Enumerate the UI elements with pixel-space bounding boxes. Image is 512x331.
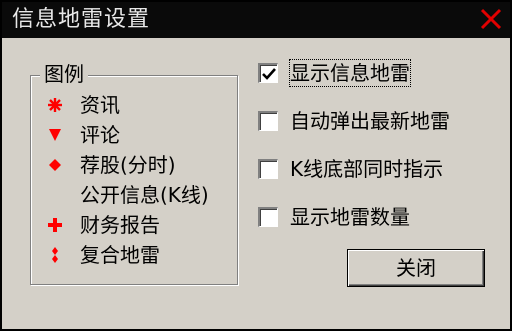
show-count-checkbox[interactable] [258,207,278,227]
close-icon[interactable] [478,6,504,32]
diamond-icon [42,150,68,180]
show-count-label[interactable]: 显示地雷数量 [290,204,410,230]
auto-popup-checkbox[interactable] [258,111,278,131]
legend-item-label: 财务报告 [80,213,160,237]
title-bar[interactable]: 信息地雷设置 [2,2,510,38]
star-burst-icon [42,90,68,120]
legend-item-label: 资讯 [80,93,120,117]
show-mines-checkbox[interactable] [258,63,278,83]
kline-bottom-label[interactable]: K线底部同时指示 [290,156,443,182]
legend-item-label: 公开信息(K线) [80,183,209,207]
legend-item-label: 复合地雷 [80,243,160,267]
show-mines-label[interactable]: 显示信息地雷 [289,59,411,87]
close-button[interactable]: 关闭 [347,249,485,287]
legend-item-label: 评论 [80,123,120,147]
legend-title: 图例 [40,60,88,88]
settings-dialog: 信息地雷设置 图例 资讯 评论 荐股(分时) 公开信息(K线) 财务报告 复合地… [0,0,512,331]
window-title: 信息地雷设置 [12,7,151,32]
kline-bottom-checkbox[interactable] [258,159,278,179]
double-diamond-icon [42,240,68,270]
checkmark-icon [262,68,276,80]
legend-item-label: 荐股(分时) [80,153,176,177]
triangle-down-icon [42,120,68,150]
plus-icon [42,210,68,240]
auto-popup-label[interactable]: 自动弹出最新地雷 [290,108,450,134]
